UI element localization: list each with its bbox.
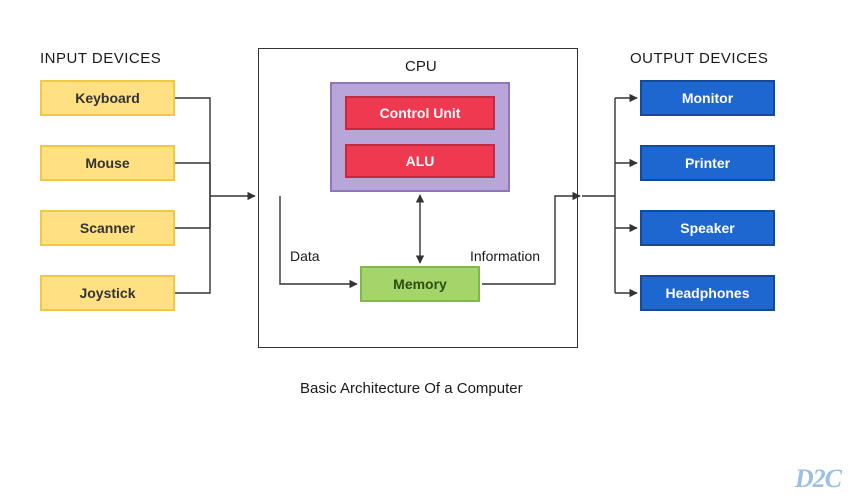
output-device-speaker: Speaker <box>640 210 775 246</box>
diagram-stage: INPUT DEVICES OUTPUT DEVICES Keyboard Mo… <box>0 0 853 502</box>
output-device-headphones: Headphones <box>640 275 775 311</box>
output-device-monitor: Monitor <box>640 80 775 116</box>
input-device-mouse: Mouse <box>40 145 175 181</box>
watermark-logo: D2C <box>795 464 841 494</box>
output-devices-heading: OUTPUT DEVICES <box>630 50 768 67</box>
memory-box: Memory <box>360 266 480 302</box>
information-flow-label: Information <box>470 248 540 264</box>
input-device-keyboard: Keyboard <box>40 80 175 116</box>
control-unit-box: Control Unit <box>345 96 495 130</box>
input-device-joystick: Joystick <box>40 275 175 311</box>
input-devices-heading: INPUT DEVICES <box>40 50 161 67</box>
output-device-printer: Printer <box>640 145 775 181</box>
input-device-scanner: Scanner <box>40 210 175 246</box>
data-flow-label: Data <box>290 248 320 264</box>
diagram-caption: Basic Architecture Of a Computer <box>300 380 523 397</box>
cpu-label: CPU <box>405 58 437 75</box>
alu-box: ALU <box>345 144 495 178</box>
